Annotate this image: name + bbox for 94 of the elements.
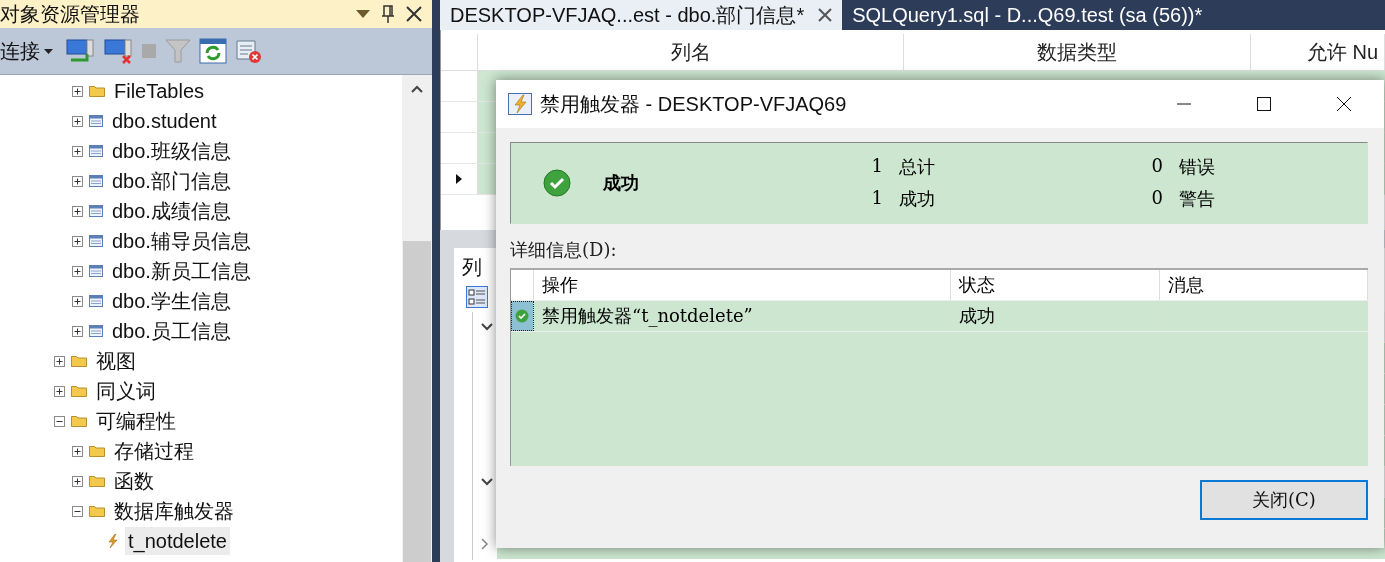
expand-icon[interactable] <box>72 175 83 187</box>
tree-item[interactable]: 存储过程 <box>111 437 197 465</box>
tree-item[interactable]: 数据库触发器 <box>111 497 237 525</box>
tree-item[interactable]: 同义词 <box>93 377 159 405</box>
tree-item[interactable]: t_notdelete <box>125 527 230 555</box>
chevron-down-icon[interactable] <box>481 323 493 331</box>
maximize-icon[interactable] <box>1256 96 1272 112</box>
properties-tab[interactable]: 列 <box>462 254 482 282</box>
tree-item[interactable]: dbo.学生信息 <box>109 287 234 315</box>
document-tab[interactable]: SQLQuery1.sql - D...Q69.test (sa (56))* <box>842 0 1213 30</box>
table-icon <box>89 325 103 337</box>
folder-icon <box>89 475 105 487</box>
column-header[interactable]: 数据类型 <box>904 34 1251 70</box>
tree-item[interactable]: dbo.辅导员信息 <box>109 227 254 255</box>
count-value: 0 <box>1150 155 1163 178</box>
expand-icon[interactable] <box>72 265 83 277</box>
count-label: 错误 <box>1179 155 1215 179</box>
document-tab[interactable]: DESKTOP-VFJAQ...est - dbo.部门信息* <box>440 0 843 30</box>
tree-item[interactable]: dbo.成绩信息 <box>109 197 234 225</box>
folder-icon <box>71 415 87 427</box>
scroll-up-icon[interactable] <box>411 85 423 93</box>
dropdown-icon[interactable] <box>356 10 370 18</box>
folder-icon <box>89 85 105 97</box>
expand-icon[interactable] <box>72 85 83 97</box>
success-check-icon <box>543 169 571 197</box>
table-icon <box>89 205 103 217</box>
expand-icon[interactable] <box>72 115 83 127</box>
categorized-icon[interactable] <box>466 286 488 308</box>
table-cell: 禁用触发器“t_notdelete” <box>534 301 951 331</box>
expand-icon[interactable] <box>72 325 83 337</box>
collapse-icon[interactable] <box>54 415 65 427</box>
script-delete-icon[interactable] <box>235 38 263 64</box>
count-value: 1 <box>870 187 883 210</box>
status-text: 成功 <box>603 171 640 195</box>
tree-item[interactable]: 函数 <box>111 467 157 495</box>
collapse-icon[interactable] <box>72 505 83 517</box>
expand-icon[interactable] <box>72 445 83 457</box>
computer-connect-icon[interactable] <box>65 38 95 64</box>
table-icon <box>89 145 103 157</box>
table-icon <box>89 115 103 127</box>
close-icon[interactable] <box>406 6 422 22</box>
expand-icon[interactable] <box>72 235 83 247</box>
count-value: 1 <box>870 155 883 178</box>
column-header[interactable]: 列名 <box>478 34 904 70</box>
close-button[interactable]: 关闭(C) <box>1200 480 1368 520</box>
expand-icon[interactable] <box>72 295 83 307</box>
computer-disconnect-icon[interactable] <box>103 38 133 64</box>
table-icon <box>89 175 103 187</box>
expand-icon[interactable] <box>72 205 83 217</box>
column-header[interactable]: 状态 <box>951 270 1160 300</box>
folder-icon <box>71 385 87 397</box>
tree-item[interactable]: 视图 <box>93 347 139 375</box>
count-value: 0 <box>1150 187 1163 210</box>
tree-item[interactable]: 可编程性 <box>93 407 179 435</box>
tree-item[interactable]: dbo.student <box>109 107 220 135</box>
row-selector[interactable] <box>511 301 534 331</box>
table-icon <box>89 295 103 307</box>
column-header[interactable]: 消息 <box>1160 270 1368 300</box>
tree-item[interactable]: dbo.员工信息 <box>109 317 234 345</box>
pin-icon[interactable] <box>382 5 394 23</box>
count-label: 总计 <box>899 155 935 179</box>
tree-item[interactable]: dbo.部门信息 <box>109 167 234 195</box>
close-icon[interactable] <box>818 8 833 22</box>
connect-button[interactable]: 连接 <box>0 37 57 65</box>
column-header[interactable]: 允许 Nu <box>1251 34 1385 70</box>
count-label: 警告 <box>1179 187 1215 211</box>
success-check-icon <box>515 309 529 323</box>
chevron-right-icon[interactable] <box>481 538 489 550</box>
refresh-icon[interactable] <box>199 38 227 64</box>
chevron-down-icon[interactable] <box>481 478 493 486</box>
tree-item[interactable]: dbo.新员工信息 <box>109 257 254 285</box>
panel-title: 对象资源管理器 <box>0 1 140 27</box>
folder-icon <box>89 505 105 517</box>
close-icon[interactable] <box>1336 96 1352 112</box>
lightning-icon <box>107 534 119 548</box>
current-row-icon <box>456 174 462 184</box>
expand-icon[interactable] <box>54 355 65 367</box>
tree-item[interactable]: FileTables <box>111 77 208 105</box>
dialog-title: 禁用触发器 - DESKTOP-VFJAQ69 <box>540 91 847 117</box>
table-icon <box>89 265 103 277</box>
table-cell: 成功 <box>951 301 1160 331</box>
expand-icon[interactable] <box>72 475 83 487</box>
column-header[interactable]: 操作 <box>534 270 951 300</box>
details-label: 详细信息(D): <box>510 238 618 262</box>
count-label: 成功 <box>899 187 935 211</box>
lightning-icon <box>508 93 532 115</box>
table-icon <box>89 235 103 247</box>
folder-icon <box>71 355 87 367</box>
tree-item[interactable]: dbo.班级信息 <box>109 137 234 165</box>
expand-icon[interactable] <box>54 385 65 397</box>
caret-icon <box>44 48 53 54</box>
scrollbar[interactable] <box>402 75 432 562</box>
expand-icon[interactable] <box>72 145 83 157</box>
folder-icon <box>89 445 105 457</box>
